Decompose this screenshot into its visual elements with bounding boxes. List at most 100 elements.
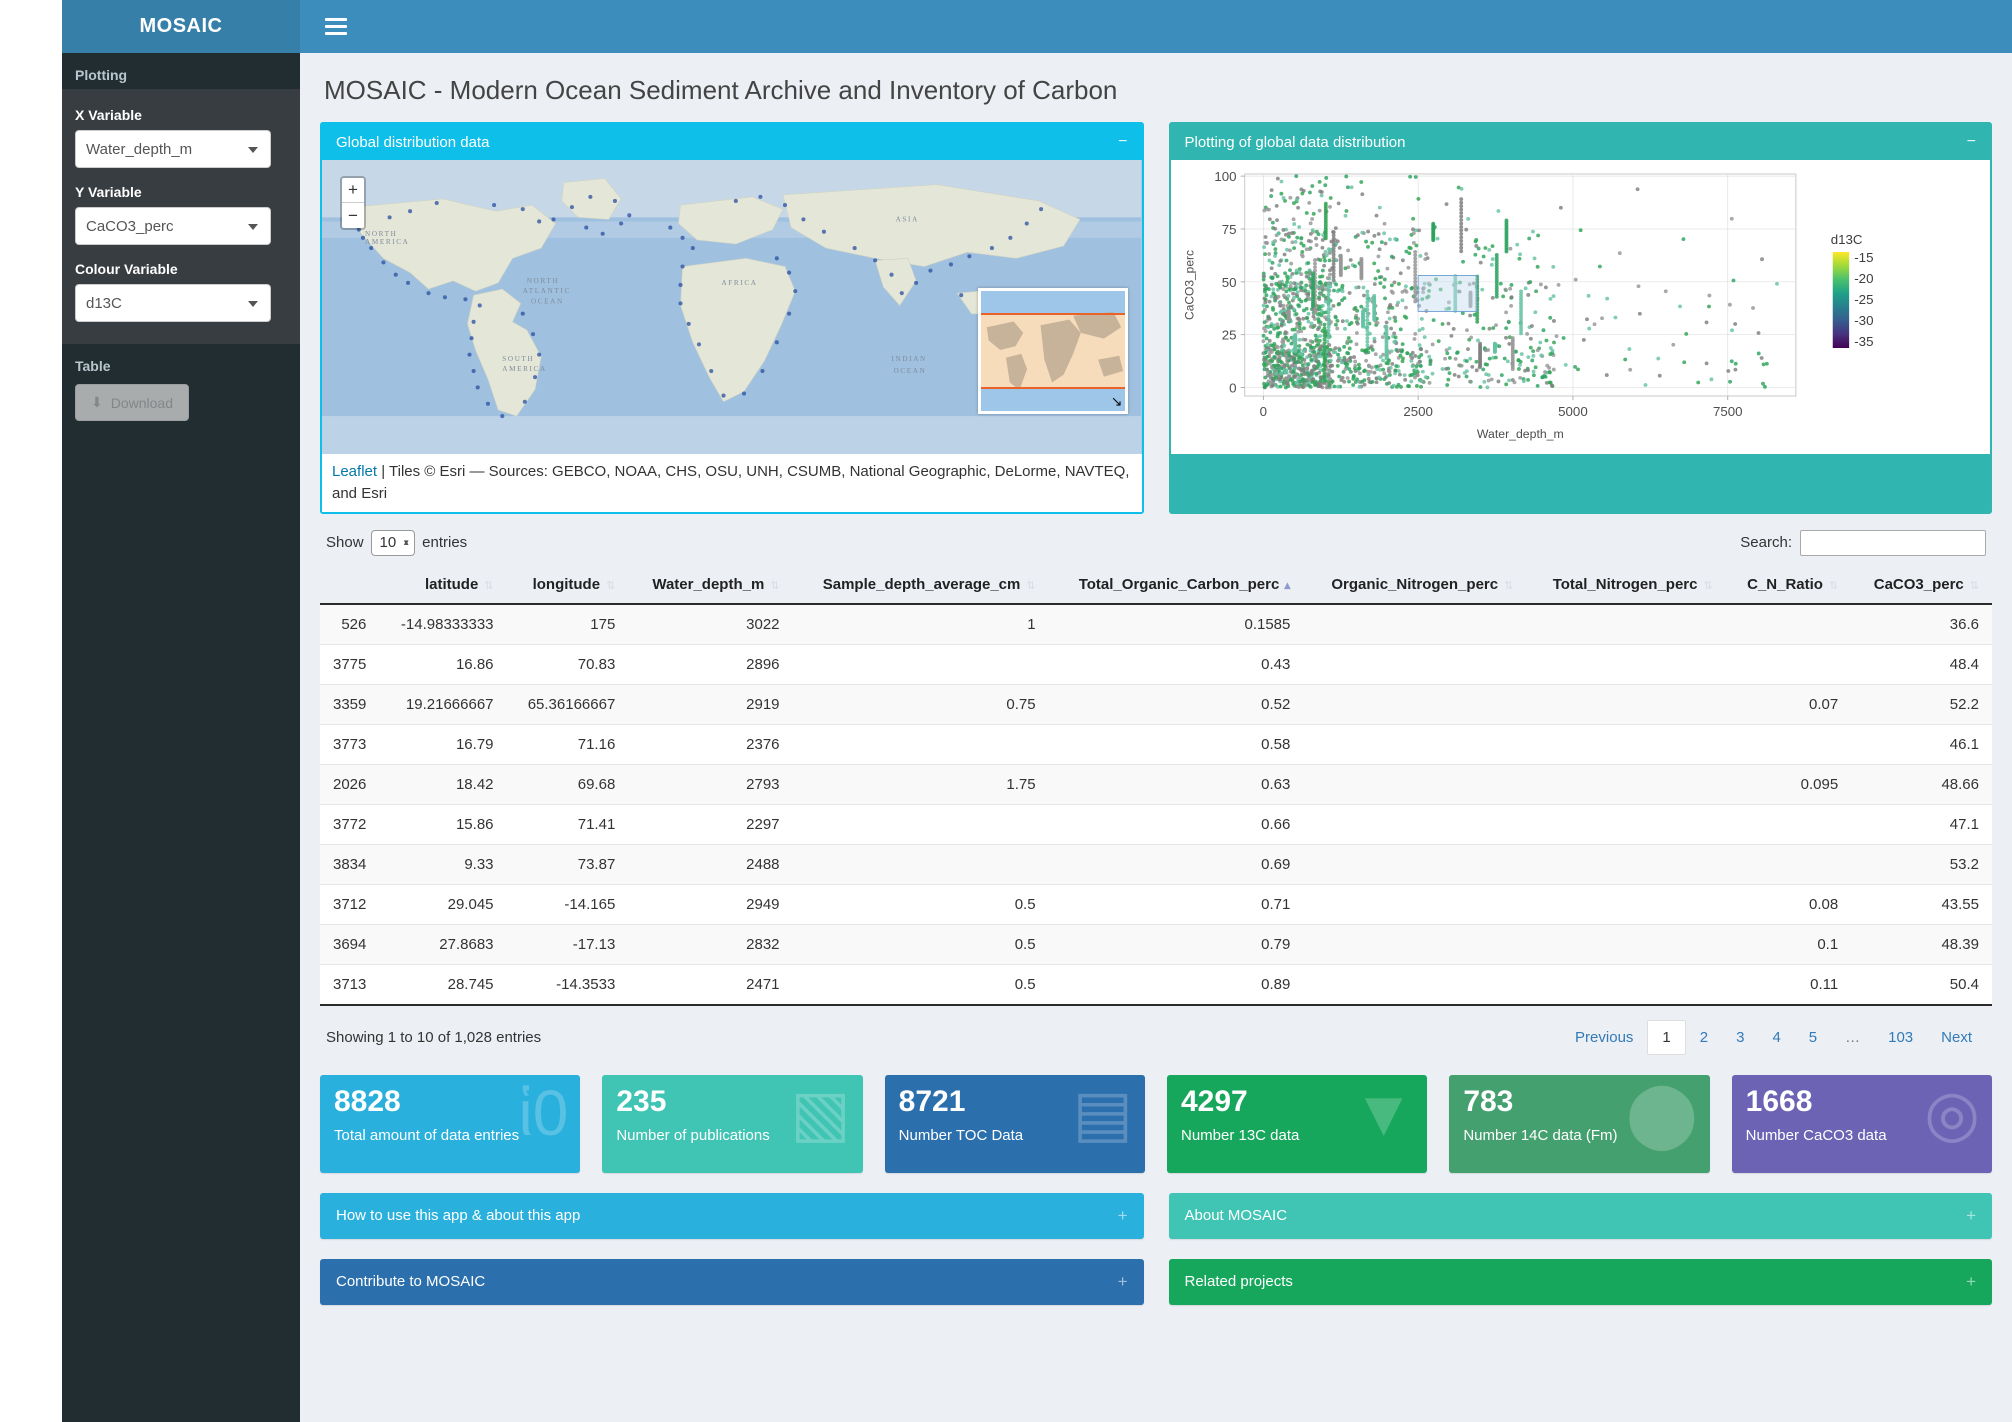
brand-logo[interactable]: MOSAIC — [62, 0, 300, 53]
hamburger-icon[interactable] — [313, 0, 358, 53]
cell-org_n — [1303, 724, 1527, 765]
pagination-previous[interactable]: Previous — [1561, 1021, 1647, 1054]
cell-org_n — [1303, 844, 1527, 885]
plus-icon[interactable]: + — [1966, 1206, 1976, 1226]
cell-cn — [1725, 844, 1852, 885]
map-minimap[interactable]: ↘ — [977, 288, 1128, 414]
minimize-icon[interactable]: − — [1967, 134, 1976, 150]
table-row[interactable]: 3834 9.33 73.87 2488 0.69 53.2 — [320, 844, 1992, 885]
value-box-3: ▤ 8721 Number TOC Data — [884, 1074, 1145, 1173]
chart-panel-body: 0 25 50 75 100 0 2500 5000 7500 Water_depth_m CaCO… — [1170, 160, 1990, 454]
leaflet-map[interactable]: NORTH AMERICA SOUTH AMERICA AFRICA ASIA NO… — [322, 160, 1142, 454]
column-header-tot_n[interactable]: Total_Nitrogen_perc — [1526, 565, 1726, 605]
cell-water_depth: 2297 — [628, 804, 793, 845]
collapsible-panel-4[interactable]: Related projects + — [1168, 1258, 1992, 1305]
pagination-page-5[interactable]: 5 — [1795, 1021, 1831, 1054]
cell-sample_depth — [792, 804, 1049, 845]
column-header-idx[interactable] — [320, 565, 380, 605]
table-row[interactable]: 2026 18.42 69.68 2793 1.75 0.63 0.095 48.66 — [320, 764, 1992, 805]
pagination-page-103[interactable]: 103 — [1874, 1021, 1927, 1054]
cell-idx: 3772 — [320, 804, 380, 845]
cell-caco3: 36.6 — [1851, 603, 1992, 645]
svg-text:75: 75 — [1221, 222, 1236, 237]
cell-cn — [1725, 724, 1852, 765]
map-attribution: Leaflet | Tiles © Esri — Sources: GEBCO,… — [322, 454, 1142, 512]
map-panel-body: NORTH AMERICA SOUTH AMERICA AFRICA ASIA NO… — [322, 160, 1142, 512]
svg-text:AMERICA: AMERICA — [365, 238, 409, 246]
pagination-page-2[interactable]: 2 — [1686, 1021, 1722, 1054]
cell-tot_n — [1526, 644, 1726, 685]
cell-longitude: 73.87 — [506, 844, 629, 885]
table-row[interactable]: 3773 16.79 71.16 2376 0.58 46.1 — [320, 724, 1992, 765]
collapsible-label: About MOSAIC — [1184, 1207, 1288, 1224]
cell-longitude: 69.68 — [506, 764, 629, 805]
plus-icon[interactable]: + — [1118, 1272, 1128, 1292]
cell-cn: 0.1 — [1725, 924, 1852, 965]
column-header-toc[interactable]: Total_Organic_Carbon_perc — [1048, 565, 1304, 605]
x-variable-select[interactable]: Water_depth_m — [75, 130, 271, 168]
search-input[interactable] — [1800, 529, 1986, 556]
column-header-latitude[interactable]: latitude — [379, 565, 507, 605]
flask-icon: ⬤ — [1626, 1076, 1698, 1149]
plus-icon[interactable]: + — [1966, 1272, 1976, 1292]
zoom-out-button[interactable]: − — [342, 203, 364, 228]
pagination-ellipsis[interactable]: … — [1831, 1021, 1874, 1054]
cell-sample_depth: 0.75 — [792, 684, 1049, 725]
table-row[interactable]: 3713 28.745 -14.3533 2471 0.5 0.89 0.11 50.4 — [320, 964, 1992, 1006]
column-header-longitude[interactable]: longitude — [506, 565, 629, 605]
column-header-sample_depth[interactable]: Sample_depth_average_cm — [792, 565, 1049, 605]
table-row[interactable]: 526 -14.98333333 175 3022 1 0.1585 36.6 — [320, 603, 1992, 645]
chevron-down-icon — [248, 147, 258, 153]
pagination-next[interactable]: Next — [1927, 1021, 1986, 1054]
cell-tot_n — [1526, 844, 1726, 885]
cell-idx: 3834 — [320, 844, 380, 885]
colour-variable-value: d13C — [86, 294, 122, 312]
svg-text:0: 0 — [1259, 404, 1266, 419]
globe-icon: ἱ0 — [518, 1076, 569, 1149]
minimap-collapse-icon[interactable]: ↘ — [1111, 393, 1123, 410]
top-header: MOSAIC — [62, 0, 2012, 53]
cell-sample_depth: 1 — [792, 603, 1049, 645]
y-variable-value: CaCO3_perc — [86, 217, 174, 235]
y-variable-select[interactable]: CaCO3_perc — [75, 207, 271, 245]
download-button[interactable]: ⬇ Download — [75, 384, 189, 421]
svg-text:50: 50 — [1221, 275, 1236, 290]
pagination-page-4[interactable]: 4 — [1758, 1021, 1794, 1054]
table-row[interactable]: 3359 19.21666667 65.36166667 2919 0.75 0.52 0.… — [320, 684, 1992, 725]
plus-icon[interactable]: + — [1118, 1206, 1128, 1226]
collapsible-panel-1[interactable]: How to use this app & about this app + — [320, 1192, 1144, 1239]
map-zoom-controls[interactable]: + − — [340, 176, 366, 230]
cell-toc: 0.69 — [1048, 844, 1304, 885]
map-panel-header: Global distribution data − — [322, 124, 1142, 160]
cell-idx: 3773 — [320, 724, 380, 765]
colour-variable-select[interactable]: d13C — [75, 284, 271, 322]
svg-text:-35: -35 — [1854, 334, 1873, 349]
column-header-org_n[interactable]: Organic_Nitrogen_perc — [1303, 565, 1527, 605]
pagination-page-3[interactable]: 3 — [1722, 1021, 1758, 1054]
svg-text:AFRICA: AFRICA — [721, 279, 757, 287]
column-header-caco3[interactable]: CaCO3_perc — [1851, 565, 1992, 605]
leaflet-link[interactable]: Leaflet — [332, 463, 377, 480]
table-row[interactable]: 3775 16.86 70.83 2896 0.43 48.4 — [320, 644, 1992, 685]
pagination-page-1[interactable]: 1 — [1647, 1019, 1686, 1055]
column-header-water_depth[interactable]: Water_depth_m — [628, 565, 793, 605]
scatter-chart[interactable]: 0 25 50 75 100 0 2500 5000 7500 Water_depth_m CaCO… — [1170, 160, 1990, 454]
collapsible-label: Contribute to MOSAIC — [336, 1273, 486, 1290]
minimize-icon[interactable]: − — [1118, 134, 1127, 150]
svg-text:AMERICA: AMERICA — [502, 365, 546, 373]
cell-latitude: 18.42 — [379, 764, 507, 805]
table-row[interactable]: 3772 15.86 71.41 2297 0.66 47.1 — [320, 804, 1992, 845]
svg-text:ASIA: ASIA — [896, 215, 919, 223]
cell-caco3: 46.1 — [1851, 724, 1992, 765]
cell-toc: 0.43 — [1048, 644, 1304, 685]
column-header-cn[interactable]: C_N_Ratio — [1725, 565, 1852, 605]
zoom-in-button[interactable]: + — [342, 178, 364, 203]
cell-caco3: 48.4 — [1851, 644, 1992, 685]
cell-water_depth: 3022 — [628, 603, 793, 645]
cell-org_n — [1303, 884, 1527, 925]
collapsible-panel-3[interactable]: Contribute to MOSAIC + — [320, 1258, 1144, 1305]
table-row[interactable]: 3712 29.045 -14.165 2949 0.5 0.71 0.08 43.55 — [320, 884, 1992, 925]
page-length-stepper[interactable]: 10 ▲ ▼ — [370, 529, 416, 556]
collapsible-panel-2[interactable]: About MOSAIC + — [1168, 1192, 1992, 1239]
table-row[interactable]: 3694 27.8683 -17.13 2832 0.5 0.79 0.1 48.39 — [320, 924, 1992, 965]
